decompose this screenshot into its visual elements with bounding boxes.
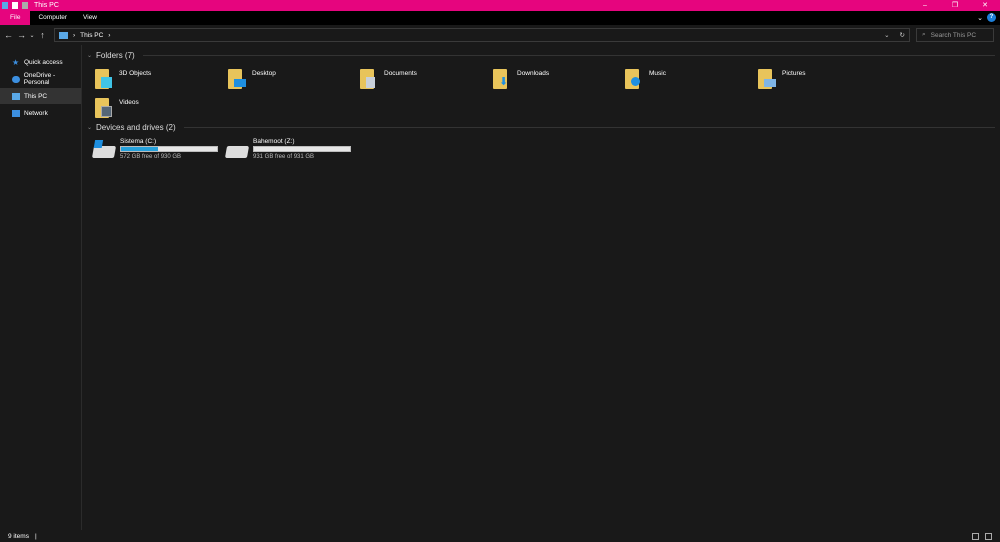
refresh-icon[interactable]: ↻ — [900, 31, 905, 39]
collapse-icon[interactable]: ⌄ — [87, 124, 92, 131]
star-icon: ★ — [12, 57, 20, 67]
computer-icon — [12, 92, 20, 100]
hard-drive-icon — [224, 146, 250, 158]
drive-usage-bar — [253, 146, 351, 152]
downloads-folder-icon: ⬇ — [493, 67, 511, 89]
videos-folder-icon — [95, 96, 113, 118]
help-icon[interactable]: ? — [987, 13, 996, 22]
status-bar: 9 items | — [0, 530, 1000, 542]
new-folder-icon[interactable] — [22, 2, 28, 9]
folder-downloads[interactable]: ⬇ Downloads — [493, 67, 623, 93]
sidebar-item-quick-access[interactable]: ★ Quick access — [0, 54, 81, 70]
collapse-icon[interactable]: ⌄ — [87, 52, 92, 59]
details-view-button[interactable] — [972, 532, 979, 540]
navigation-bar: ← → ⌄ ↑ › This PC › ⌄ ↻ ⌕ Search This PC — [0, 25, 1000, 45]
tab-computer[interactable]: Computer — [30, 11, 75, 25]
drive-c[interactable]: Sistema (C:) 572 GB free of 930 GB — [91, 138, 223, 164]
desktop-folder-icon — [228, 67, 246, 89]
tab-view[interactable]: View — [75, 11, 105, 25]
item-count: 9 items — [8, 532, 29, 540]
breadcrumb-separator: › — [73, 31, 76, 39]
drive-z[interactable]: Bahemoot (Z:) 931 GB free of 931 GB — [224, 138, 356, 164]
network-icon — [12, 109, 20, 117]
tab-file[interactable]: File — [0, 11, 31, 25]
cloud-icon — [12, 75, 20, 83]
large-icons-view-button[interactable] — [985, 532, 992, 540]
title-bar: This PC – ❐ ✕ — [0, 0, 1000, 11]
folder-pictures[interactable]: Pictures — [758, 67, 888, 93]
computer-icon — [59, 31, 68, 39]
sidebar-item-onedrive[interactable]: OneDrive - Personal — [0, 71, 81, 87]
properties-icon[interactable] — [12, 2, 18, 9]
computer-icon — [2, 2, 8, 9]
sidebar-item-this-pc[interactable]: This PC — [0, 88, 81, 104]
folder-documents[interactable]: Documents — [360, 67, 490, 93]
navigation-pane: ★ Quick access OneDrive - Personal This P… — [0, 45, 82, 530]
maximize-button[interactable]: ❐ — [940, 0, 970, 11]
group-header-folders[interactable]: ⌄ Folders (7) — [87, 51, 995, 60]
folder-desktop[interactable]: Desktop — [228, 67, 358, 93]
search-input[interactable]: ⌕ Search This PC — [916, 28, 994, 42]
pictures-folder-icon — [758, 67, 776, 89]
minimize-button[interactable]: – — [910, 0, 940, 11]
search-placeholder: Search This PC — [930, 31, 977, 39]
close-button[interactable]: ✕ — [970, 0, 1000, 11]
address-bar[interactable]: › This PC › ⌄ ↻ — [54, 28, 910, 42]
status-separator: | — [34, 532, 37, 540]
breadcrumb-this-pc[interactable]: This PC — [80, 32, 103, 39]
window-title: This PC — [34, 2, 59, 9]
ribbon-tabs: File Computer View ⌄ ? — [0, 11, 1000, 25]
recent-locations-button[interactable]: ⌄ — [28, 32, 36, 39]
quick-access-toolbar — [0, 2, 28, 9]
documents-folder-icon — [360, 67, 378, 89]
forward-button[interactable]: → — [15, 30, 28, 40]
sidebar-item-network[interactable]: Network — [0, 105, 81, 121]
folder-music[interactable]: Music — [625, 67, 755, 93]
back-button[interactable]: ← — [2, 30, 15, 40]
up-button[interactable]: ↑ — [36, 30, 49, 40]
folder-3d-objects[interactable]: 3D Objects — [95, 67, 225, 93]
music-folder-icon — [625, 67, 643, 89]
file-list: ⌄ Folders (7) ⌄ Devices and drives (2) 3D … — [83, 45, 1000, 530]
breadcrumb-separator[interactable]: › — [108, 32, 110, 39]
address-dropdown-icon[interactable]: ⌄ — [884, 31, 889, 39]
expand-ribbon-icon[interactable]: ⌄ — [977, 14, 983, 22]
3d-objects-folder-icon — [95, 67, 113, 89]
search-icon: ⌕ — [922, 31, 926, 38]
group-header-drives[interactable]: ⌄ Devices and drives (2) — [87, 123, 995, 132]
windows-drive-icon — [91, 140, 117, 158]
drive-usage-bar — [120, 146, 218, 152]
folder-videos[interactable]: Videos — [95, 96, 225, 122]
